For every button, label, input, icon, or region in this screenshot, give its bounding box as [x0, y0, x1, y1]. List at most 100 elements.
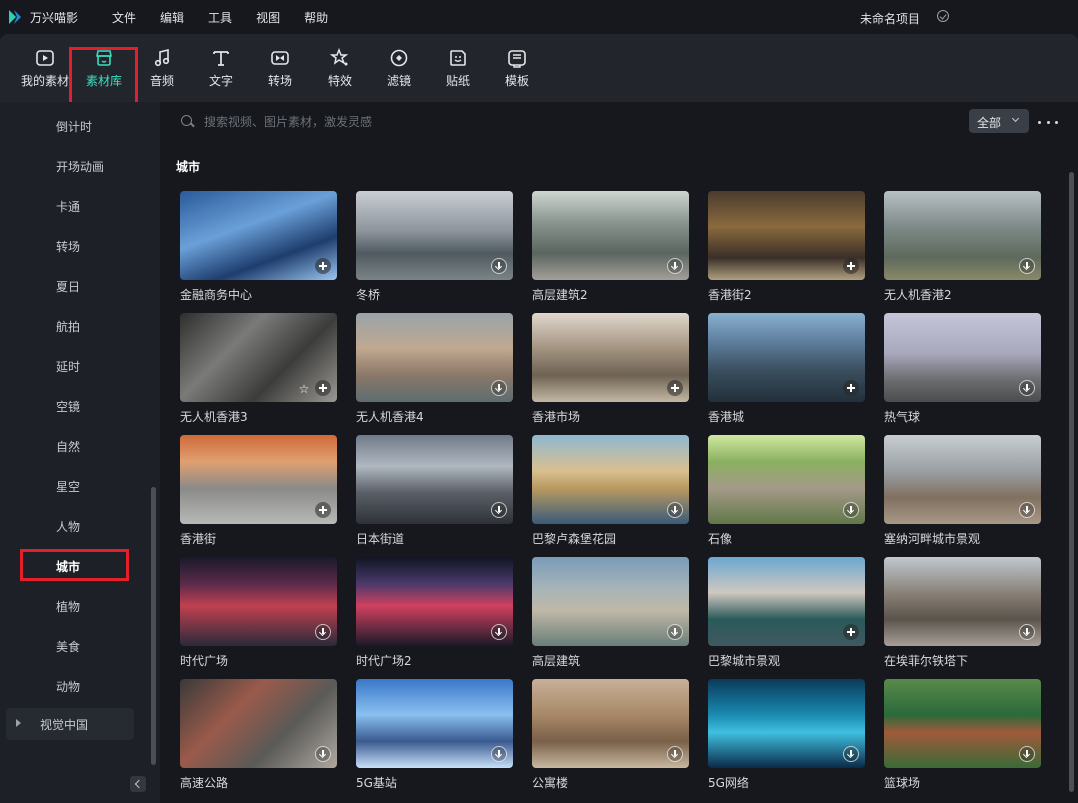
media-thumbnail[interactable] — [356, 191, 513, 280]
download-icon[interactable] — [491, 258, 507, 274]
media-thumbnail[interactable] — [180, 679, 337, 768]
filter-dropdown[interactable]: 全部 — [969, 109, 1029, 133]
add-to-timeline-icon[interactable] — [315, 258, 331, 274]
sidebar-item-people[interactable]: 人物 — [56, 518, 80, 535]
sidebar-item-empty-shot[interactable]: 空镜 — [56, 398, 80, 415]
download-icon[interactable] — [843, 502, 859, 518]
media-card[interactable]: 时代广场2 — [356, 557, 513, 669]
download-icon[interactable] — [491, 380, 507, 396]
add-to-timeline-icon[interactable] — [315, 380, 331, 396]
media-card[interactable]: 无人机香港2 — [884, 191, 1041, 303]
sidebar-item-timelapse[interactable]: 延时 — [56, 358, 80, 375]
media-thumbnail[interactable] — [532, 191, 689, 280]
sidebar-item-starry-sky[interactable]: 星空 — [56, 478, 80, 495]
media-thumbnail[interactable] — [884, 313, 1041, 402]
media-thumbnail[interactable] — [356, 557, 513, 646]
media-card[interactable]: 日本街道 — [356, 435, 513, 547]
media-thumbnail[interactable] — [884, 679, 1041, 768]
sidebar-item-animals[interactable]: 动物 — [56, 678, 80, 695]
media-card[interactable]: ☆ 无人机香港3 — [180, 313, 337, 425]
download-icon[interactable] — [667, 624, 683, 640]
media-card[interactable]: 公寓楼 — [532, 679, 689, 791]
media-thumbnail[interactable] — [708, 679, 865, 768]
media-thumbnail[interactable] — [532, 435, 689, 524]
media-thumbnail[interactable] — [884, 435, 1041, 524]
media-card[interactable]: 5G基站 — [356, 679, 513, 791]
media-card[interactable]: 石像 — [708, 435, 865, 547]
media-thumbnail[interactable] — [708, 191, 865, 280]
media-thumbnail[interactable] — [884, 557, 1041, 646]
media-card[interactable]: 巴黎城市景观 — [708, 557, 865, 669]
favorite-star-icon[interactable]: ☆ — [297, 382, 311, 396]
menu-tools[interactable]: 工具 — [208, 9, 232, 26]
sidebar-item-summer[interactable]: 夏日 — [56, 278, 80, 295]
download-icon[interactable] — [1019, 502, 1035, 518]
menu-edit[interactable]: 编辑 — [160, 9, 184, 26]
more-options-button[interactable] — [1038, 114, 1058, 130]
tab-my-media[interactable]: 我的素材 — [15, 34, 75, 102]
tab-effects[interactable]: 特效 — [310, 34, 370, 102]
add-to-timeline-icon[interactable] — [667, 380, 683, 396]
tab-filters[interactable]: 滤镜 — [369, 34, 429, 102]
media-thumbnail[interactable] — [180, 557, 337, 646]
sidebar-item-nature[interactable]: 自然 — [56, 438, 80, 455]
media-thumbnail[interactable] — [356, 435, 513, 524]
media-thumbnail[interactable] — [180, 435, 337, 524]
media-card[interactable]: 香港街 — [180, 435, 337, 547]
media-card[interactable]: 高层建筑2 — [532, 191, 689, 303]
tab-audio[interactable]: 音频 — [132, 34, 192, 102]
download-icon[interactable] — [843, 746, 859, 762]
content-scrollbar[interactable] — [1069, 172, 1074, 792]
download-icon[interactable] — [315, 624, 331, 640]
media-card[interactable]: 香港市场 — [532, 313, 689, 425]
media-card[interactable]: 巴黎卢森堡花园 — [532, 435, 689, 547]
add-to-timeline-icon[interactable] — [843, 258, 859, 274]
media-thumbnail[interactable] — [356, 679, 513, 768]
media-thumbnail[interactable] — [180, 191, 337, 280]
sidebar-item-cartoon[interactable]: 卡通 — [56, 198, 80, 215]
media-card[interactable]: 时代广场 — [180, 557, 337, 669]
media-thumbnail[interactable] — [532, 557, 689, 646]
download-icon[interactable] — [1019, 624, 1035, 640]
menu-help[interactable]: 帮助 — [304, 9, 328, 26]
sidebar-item-food[interactable]: 美食 — [56, 638, 80, 655]
sidebar-scrollbar[interactable] — [151, 487, 156, 765]
download-icon[interactable] — [667, 746, 683, 762]
media-card[interactable]: 香港城 — [708, 313, 865, 425]
download-icon[interactable] — [667, 502, 683, 518]
media-card[interactable]: 在埃菲尔铁塔下 — [884, 557, 1041, 669]
download-icon[interactable] — [667, 258, 683, 274]
sidebar-item-plants[interactable]: 植物 — [56, 598, 80, 615]
download-icon[interactable] — [1019, 258, 1035, 274]
project-name[interactable]: 未命名项目 — [860, 10, 920, 27]
media-card[interactable]: 高速公路 — [180, 679, 337, 791]
sidebar-item-countdown[interactable]: 倒计时 — [56, 118, 92, 135]
media-card[interactable]: 无人机香港4 — [356, 313, 513, 425]
sidebar-item-transition[interactable]: 转场 — [56, 238, 80, 255]
add-to-timeline-icon[interactable] — [315, 502, 331, 518]
tab-text[interactable]: 文字 — [191, 34, 251, 102]
menu-file[interactable]: 文件 — [112, 9, 136, 26]
tab-templates[interactable]: 模板 — [487, 34, 547, 102]
download-icon[interactable] — [491, 746, 507, 762]
media-card[interactable]: 热气球 — [884, 313, 1041, 425]
media-thumbnail[interactable] — [708, 313, 865, 402]
search-input[interactable] — [204, 112, 804, 132]
media-card[interactable]: 金融商务中心 — [180, 191, 337, 303]
download-icon[interactable] — [491, 624, 507, 640]
media-card[interactable]: 冬桥 — [356, 191, 513, 303]
media-card[interactable]: 塞纳河畔城市景观 — [884, 435, 1041, 547]
sidebar-group-vcg[interactable]: 视觉中国 — [6, 708, 134, 740]
download-icon[interactable] — [1019, 380, 1035, 396]
tab-stickers[interactable]: 贴纸 — [428, 34, 488, 102]
media-card[interactable]: 5G网络 — [708, 679, 865, 791]
tab-transitions[interactable]: 转场 — [250, 34, 310, 102]
media-card[interactable]: 香港街2 — [708, 191, 865, 303]
media-card[interactable]: 篮球场 — [884, 679, 1041, 791]
sidebar-item-aerial[interactable]: 航拍 — [56, 318, 80, 335]
sidebar-item-opening[interactable]: 开场动画 — [56, 158, 104, 175]
add-to-timeline-icon[interactable] — [843, 380, 859, 396]
download-icon[interactable] — [315, 746, 331, 762]
download-icon[interactable] — [1019, 746, 1035, 762]
media-thumbnail[interactable] — [356, 313, 513, 402]
